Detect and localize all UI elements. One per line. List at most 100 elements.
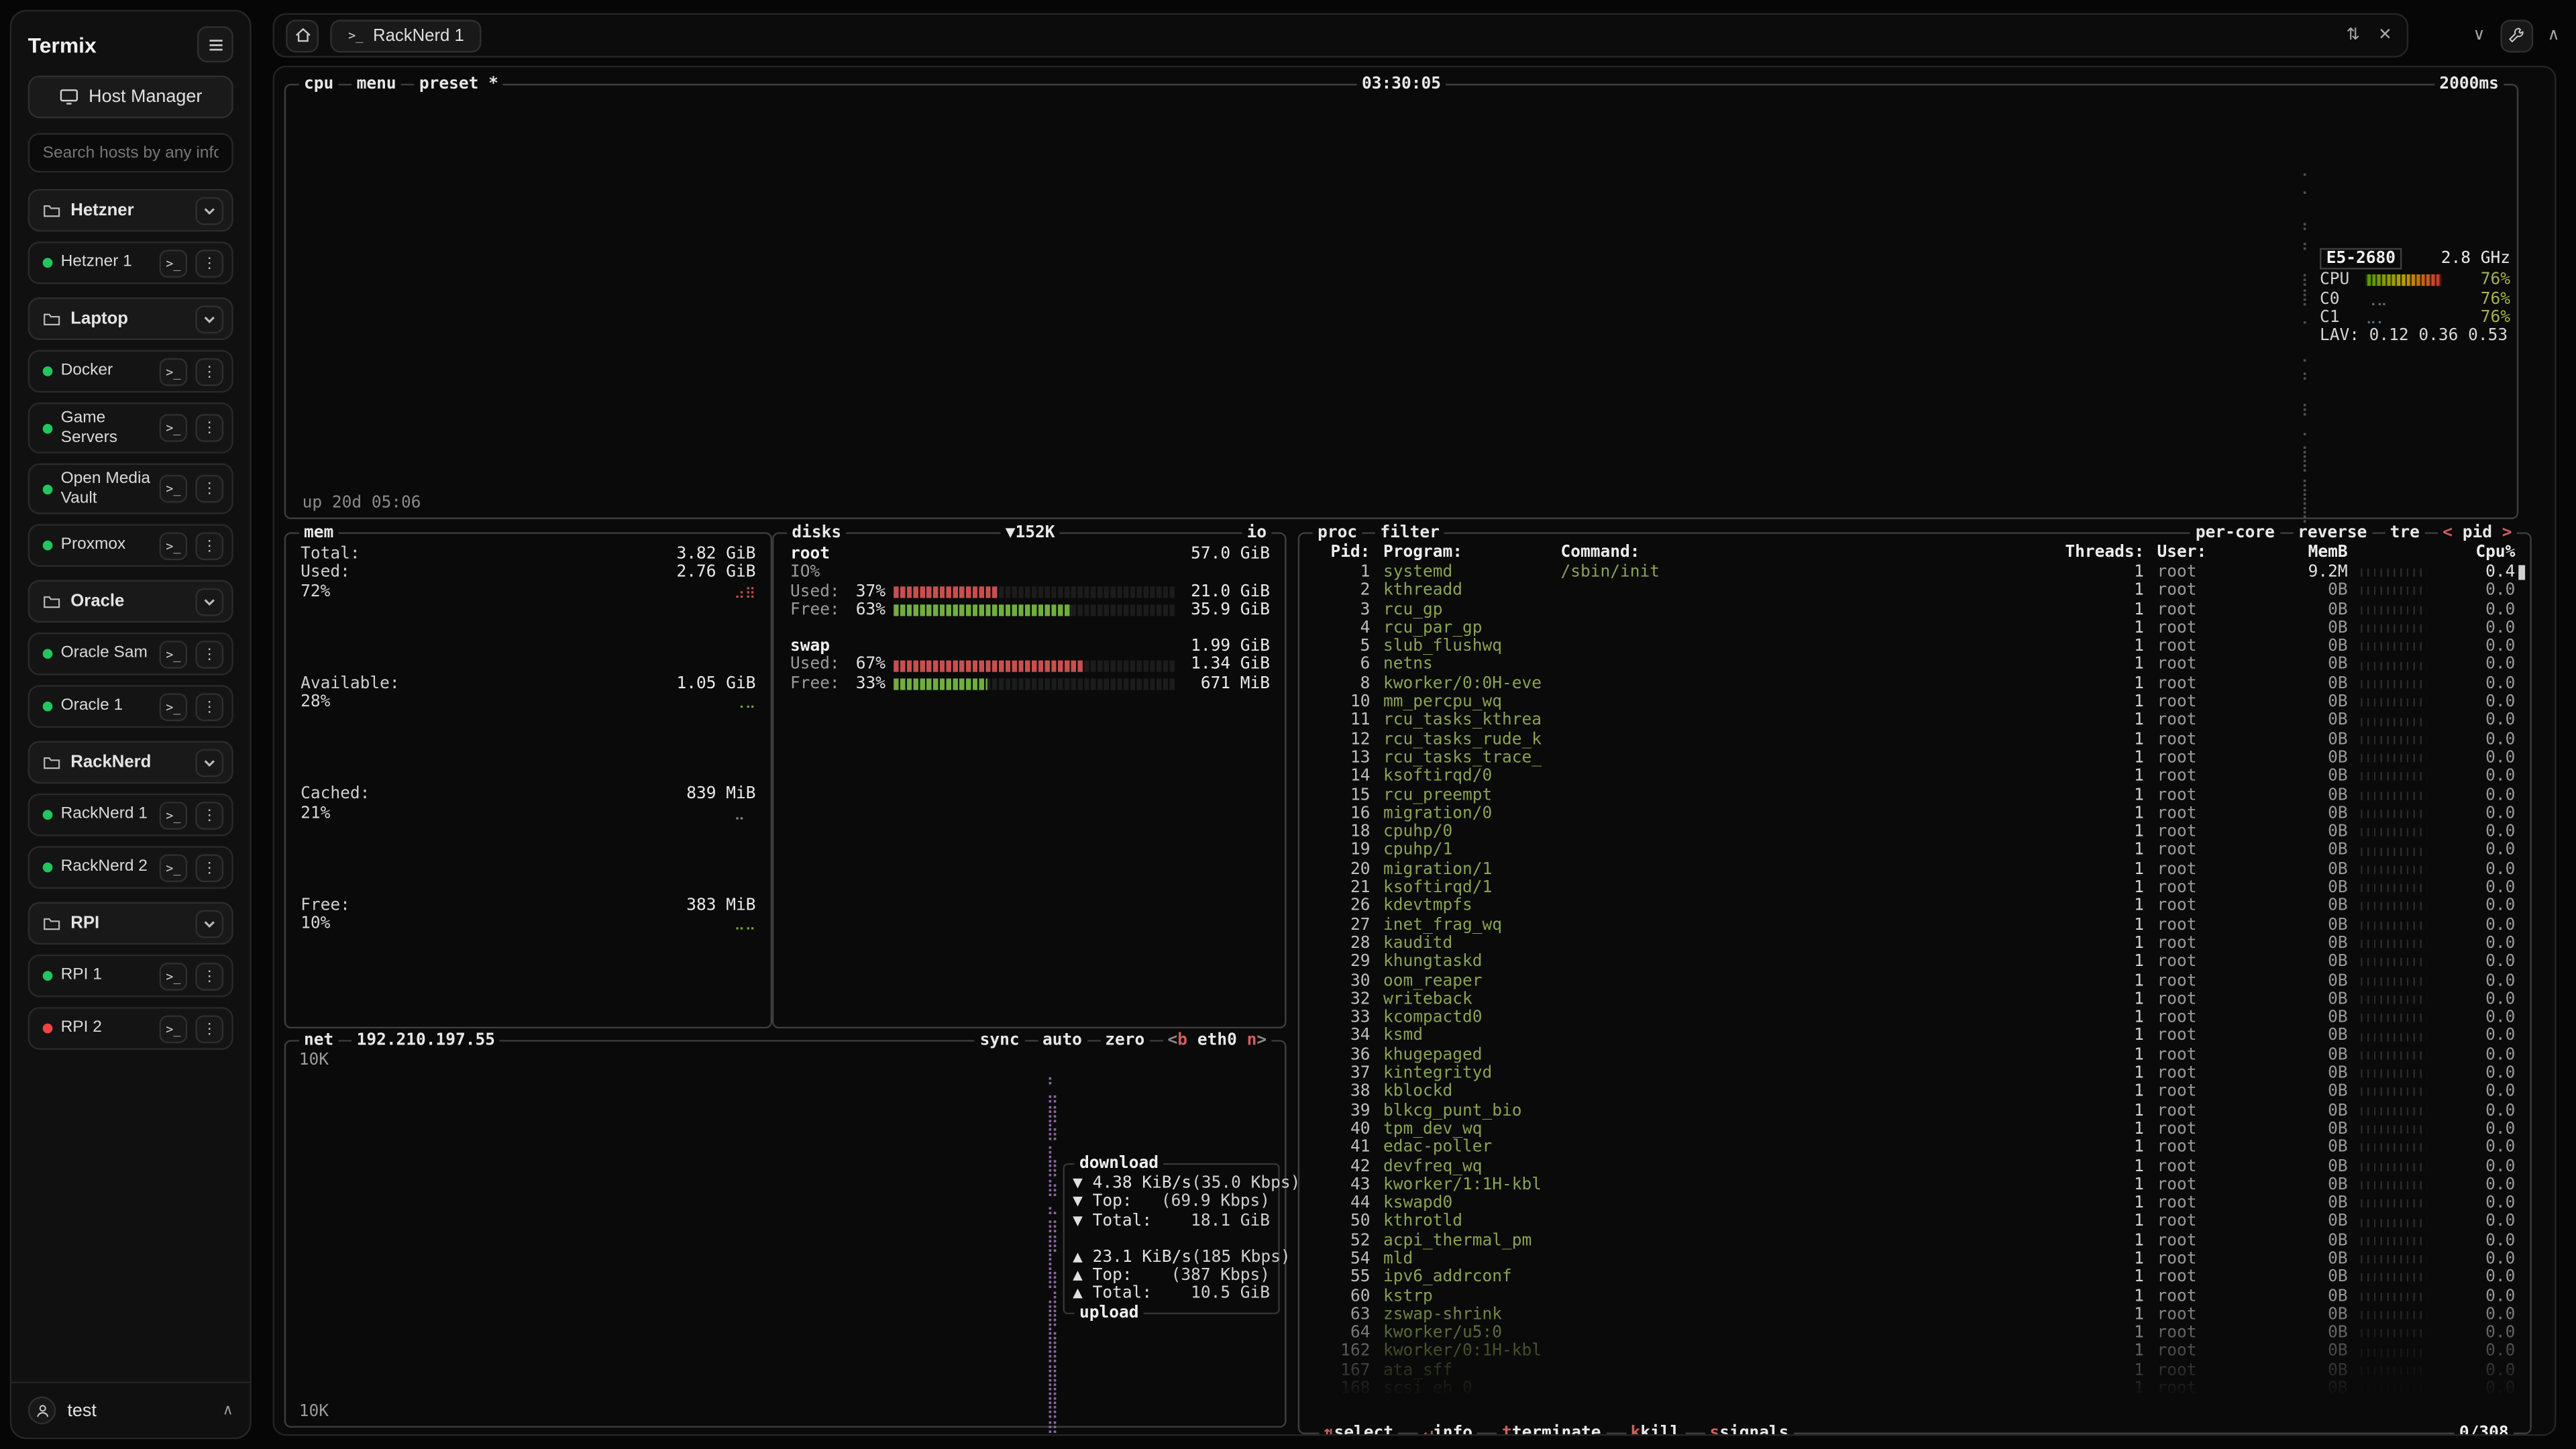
open-terminal-button[interactable]: >_ <box>160 640 188 668</box>
kebab-menu-icon[interactable]: ⋮ <box>195 414 223 442</box>
process-row[interactable]: 11 rcu_tasks_kthrea 1 root 0B 0.0 <box>1314 712 2515 731</box>
kebab-menu-icon[interactable]: ⋮ <box>195 249 223 277</box>
net-interface-selector[interactable]: <b eth0 n> <box>1163 1032 1271 1051</box>
group-header-hetzner[interactable]: Hetzner <box>28 189 233 232</box>
group-header-oracle[interactable]: Oracle <box>28 580 233 623</box>
process-row[interactable]: 6 netns 1 root 0B 0.0 <box>1314 656 2515 675</box>
process-row[interactable]: 167 ata_sff 1 root 0B 0.0 <box>1314 1362 2515 1381</box>
net-auto-button[interactable]: auto <box>1038 1032 1087 1051</box>
process-row[interactable]: 20 migration/1 1 root 0B 0.0 <box>1314 861 2515 879</box>
open-terminal-button[interactable]: >_ <box>160 962 188 990</box>
host-item-rpi-2[interactable]: RPI 2 >_ ⋮ <box>28 1007 233 1050</box>
process-row[interactable]: 52 acpi_thermal_pm 1 root 0B 0.0 <box>1314 1232 2515 1250</box>
sidebar-footer[interactable]: test ∧ <box>11 1382 250 1438</box>
process-row[interactable]: 28 kauditd 1 root 0B 0.0 <box>1314 934 2515 953</box>
open-terminal-button[interactable]: >_ <box>160 1014 188 1042</box>
split-view-icon[interactable]: ⇅ <box>2343 26 2363 44</box>
io-toggle[interactable]: io <box>1242 524 1271 543</box>
process-row[interactable]: 26 kdevtmpfs 1 root 0B 0.0 <box>1314 898 2515 916</box>
chevron-up-icon[interactable]: ∧ <box>223 1401 233 1419</box>
kebab-menu-icon[interactable]: ⋮ <box>195 962 223 990</box>
update-interval[interactable]: 2000ms <box>2434 76 2504 95</box>
process-row[interactable]: 36 khugepaged 1 root 0B 0.0 <box>1314 1046 2515 1065</box>
process-row[interactable]: 41 edac-poller 1 root 0B 0.0 <box>1314 1139 2515 1158</box>
process-row[interactable]: 34 ksmd 1 root 0B 0.0 <box>1314 1028 2515 1046</box>
search-input[interactable] <box>28 133 233 172</box>
host-item-hetzner-1[interactable]: Hetzner 1 >_ ⋮ <box>28 241 233 284</box>
process-row[interactable]: 16 migration/0 1 root 0B 0.0 <box>1314 805 2515 824</box>
host-item-open-media-vault[interactable]: Open Media Vault >_ ⋮ <box>28 464 233 515</box>
preset-button[interactable]: preset * <box>415 76 504 95</box>
process-row[interactable]: 8 kworker/0:0H-eve 1 root 0B 0.0 <box>1314 675 2515 694</box>
menu-button[interactable]: menu <box>352 76 401 95</box>
kebab-menu-icon[interactable]: ⋮ <box>195 853 223 881</box>
process-row[interactable]: 1 systemd /sbin/init 1 root 9.2M 0.4 <box>1314 564 2515 582</box>
filter-button[interactable]: filter <box>1375 524 1444 543</box>
open-terminal-button[interactable]: >_ <box>160 853 188 881</box>
host-item-racknerd-2[interactable]: RackNerd 2 >_ ⋮ <box>28 846 233 889</box>
kebab-menu-icon[interactable]: ⋮ <box>195 531 223 559</box>
footer-action-terminate[interactable]: tterminate <box>1497 1424 1606 1436</box>
process-row[interactable]: 21 ksoftirqd/1 1 root 0B 0.0 <box>1314 879 2515 898</box>
chevron-down-icon[interactable] <box>195 910 223 938</box>
kebab-menu-icon[interactable]: ⋮ <box>195 692 223 720</box>
open-terminal-button[interactable]: >_ <box>160 414 188 442</box>
host-item-proxmox[interactable]: Proxmox >_ ⋮ <box>28 524 233 567</box>
group-header-racknerd[interactable]: RackNerd <box>28 741 233 784</box>
process-row[interactable]: 10 mm_percpu_wq 1 root 0B 0.0 <box>1314 694 2515 712</box>
sort-column-selector[interactable]: < pid > <box>2438 524 2517 543</box>
net-zero-button[interactable]: zero <box>1100 1032 1150 1051</box>
group-header-laptop[interactable]: Laptop <box>28 297 233 340</box>
process-row[interactable]: 3 rcu_gp 1 root 0B 0.0 <box>1314 600 2515 619</box>
open-terminal-button[interactable]: >_ <box>160 801 188 829</box>
kebab-menu-icon[interactable]: ⋮ <box>195 801 223 829</box>
terminal[interactable]: cpu menu preset * 03:30:05 2000ms ⠀ ⠀ ⡀ … <box>273 66 2557 1436</box>
chevron-down-icon[interactable] <box>195 749 223 777</box>
footer-action-info[interactable]: ↵info <box>1418 1424 1477 1436</box>
host-item-game-servers[interactable]: Game Servers >_ ⋮ <box>28 402 233 453</box>
footer-action-signals[interactable]: ssignals <box>1705 1424 1794 1436</box>
host-item-docker[interactable]: Docker >_ ⋮ <box>28 350 233 393</box>
process-row[interactable]: 4 rcu_par_gp 1 root 0B 0.0 <box>1314 619 2515 638</box>
chevron-down-icon[interactable] <box>195 588 223 616</box>
open-terminal-button[interactable]: >_ <box>160 531 188 559</box>
scrollbar-thumb[interactable] <box>2518 565 2525 580</box>
chevron-down-icon[interactable] <box>195 305 223 333</box>
open-terminal-button[interactable]: >_ <box>160 358 188 386</box>
process-row[interactable]: 32 writeback 1 root 0B 0.0 <box>1314 990 2515 1009</box>
footer-action-kill[interactable]: kkill <box>1625 1424 1684 1436</box>
host-item-racknerd-1[interactable]: RackNerd 1 >_ ⋮ <box>28 794 233 837</box>
process-row[interactable]: 55 ipv6_addrconf 1 root 0B 0.0 <box>1314 1269 2515 1287</box>
process-row[interactable]: 50 kthrotld 1 root 0B 0.0 <box>1314 1213 2515 1232</box>
process-row[interactable]: 162 kworker/0:1H-kbl 1 root 0B 0.0 <box>1314 1343 2515 1362</box>
open-terminal-button[interactable]: >_ <box>160 692 188 720</box>
process-row[interactable]: 27 inet_frag_wq 1 root 0B 0.0 <box>1314 916 2515 935</box>
close-icon[interactable]: ✕ <box>2375 26 2395 44</box>
process-row[interactable]: 15 rcu_preempt 1 root 0B 0.0 <box>1314 786 2515 805</box>
process-row[interactable]: 39 blkcg_punt_bio 1 root 0B 0.0 <box>1314 1102 2515 1120</box>
process-row[interactable]: 168 scsi_eh_0 1 root 0B 0.0 <box>1314 1380 2515 1399</box>
host-item-rpi-1[interactable]: RPI 1 >_ ⋮ <box>28 955 233 998</box>
process-row[interactable]: 29 khungtaskd 1 root 0B 0.0 <box>1314 953 2515 972</box>
process-row[interactable]: 38 kblockd 1 root 0B 0.0 <box>1314 1083 2515 1102</box>
host-item-oracle-1[interactable]: Oracle 1 >_ ⋮ <box>28 685 233 728</box>
process-row[interactable]: 43 kworker/1:1H-kbl 1 root 0B 0.0 <box>1314 1176 2515 1195</box>
hamburger-menu-icon[interactable] <box>197 26 233 62</box>
process-row[interactable]: 2 kthreadd 1 root 0B 0.0 <box>1314 582 2515 601</box>
reverse-toggle[interactable]: reverse <box>2293 524 2372 543</box>
process-row[interactable]: 30 oom_reaper 1 root 0B 0.0 <box>1314 972 2515 991</box>
process-row[interactable]: 33 kcompactd0 1 root 0B 0.0 <box>1314 1009 2515 1028</box>
process-row[interactable]: 37 kintegrityd 1 root 0B 0.0 <box>1314 1065 2515 1083</box>
footer-action-select[interactable]: ⇅select <box>1320 1424 1399 1436</box>
process-list[interactable]: 1 systemd /sbin/init 1 root 9.2M 0.4 2 k… <box>1314 564 2515 1409</box>
open-terminal-button[interactable]: >_ <box>160 475 188 503</box>
kebab-menu-icon[interactable]: ⋮ <box>195 358 223 386</box>
per-core-toggle[interactable]: per-core <box>2191 524 2280 543</box>
host-item-oracle-sam[interactable]: Oracle Sam >_ ⋮ <box>28 633 233 676</box>
process-row[interactable]: 63 zswap-shrink 1 root 0B 0.0 <box>1314 1306 2515 1325</box>
chevron-down-icon[interactable]: ∨ <box>2470 26 2489 44</box>
process-row[interactable]: 54 mld 1 root 0B 0.0 <box>1314 1250 2515 1269</box>
home-button[interactable] <box>286 19 319 52</box>
open-terminal-button[interactable]: >_ <box>160 249 188 277</box>
process-row[interactable]: 64 kworker/u5:0 1 root 0B 0.0 <box>1314 1324 2515 1343</box>
